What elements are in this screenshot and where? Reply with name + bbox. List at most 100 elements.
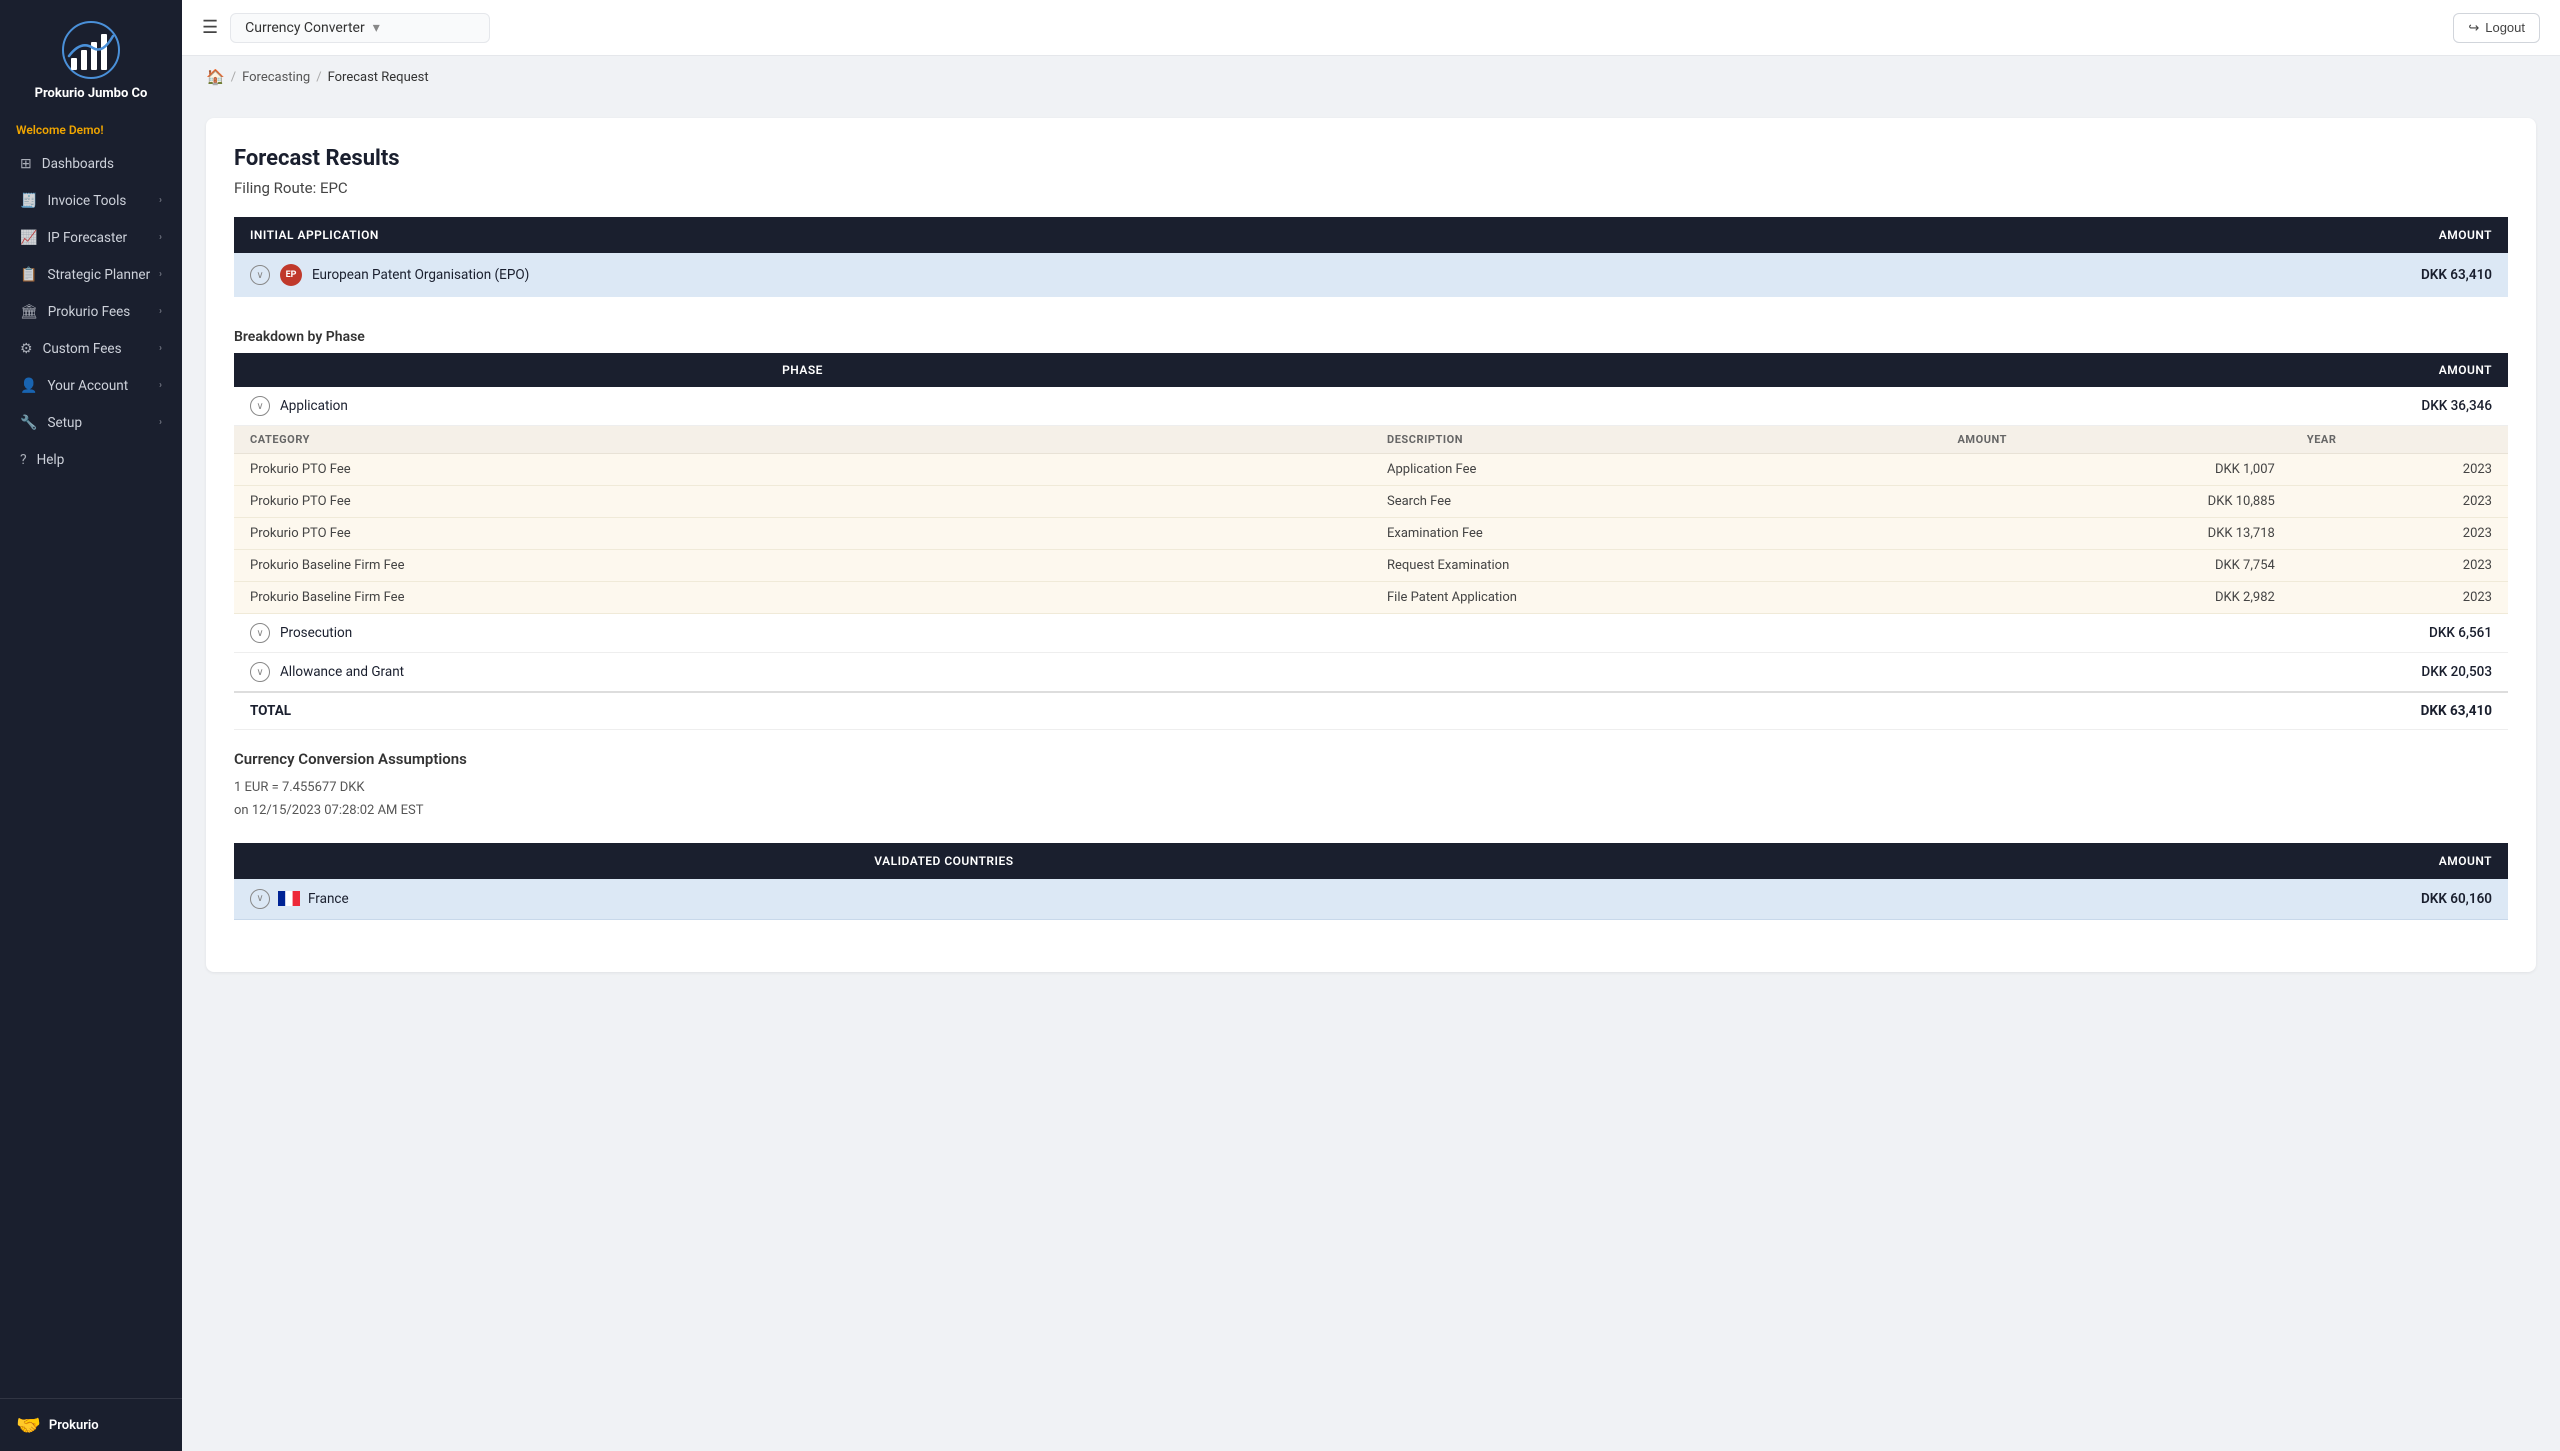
hamburger-icon[interactable]: ☰: [202, 17, 218, 38]
initial-application-table: INITIAL APPLICATION AMOUNT ∨ EP European…: [234, 217, 2508, 297]
phase-table: PHASE AMOUNT ∨ Application DKK 36,346: [234, 353, 2508, 730]
dashboards-icon: ⊞: [20, 156, 32, 172]
topbar-left: ☰ Currency Converter ▾: [202, 13, 490, 43]
category-col-header: CATEGORY: [234, 426, 1371, 454]
allowance-phase-label: Allowance and Grant: [280, 664, 404, 680]
chevron-right-icon: ›: [159, 195, 162, 206]
fee-description: File Patent Application: [1371, 582, 1941, 614]
custom-fees-icon: ⚙: [20, 341, 33, 357]
sidebar-item-strategic-planner[interactable]: 📋 Strategic Planner ›: [4, 257, 178, 293]
sidebar-item-label: Setup: [47, 415, 82, 431]
amount-header: AMOUNT: [1943, 217, 2508, 253]
total-label: TOTAL: [234, 692, 1371, 730]
total-amount: DKK 63,410: [1371, 692, 2508, 730]
year-col-header: YEAR: [2291, 426, 2508, 454]
total-row: TOTAL DKK 63,410: [234, 692, 2508, 730]
logout-button[interactable]: ↪ Logout: [2453, 13, 2540, 43]
currency-title: Currency Conversion Assumptions: [234, 750, 2508, 768]
validated-countries-header: VALIDATED COUNTRIES: [234, 843, 1654, 879]
application-toggle-button[interactable]: ∨: [250, 396, 270, 416]
breakdown-title: Breakdown by Phase: [234, 317, 2508, 353]
topbar-title: Currency Converter: [245, 20, 365, 36]
france-label: France: [308, 891, 349, 907]
prosecution-toggle-button[interactable]: ∨: [250, 623, 270, 643]
table-row: Prokurio Baseline Firm Fee File Patent A…: [234, 582, 2508, 614]
epo-amount: DKK 63,410: [1943, 253, 2508, 297]
validated-amount-header: AMOUNT: [1654, 843, 2508, 879]
sidebar: Prokurio Jumbo Co Welcome Demo! ⊞ Dashbo…: [0, 0, 182, 1451]
sub-header-row: CATEGORY DESCRIPTION AMOUNT YEAR: [234, 426, 2508, 454]
home-breadcrumb[interactable]: 🏠: [206, 68, 225, 86]
epo-flag-icon: EP: [280, 264, 302, 286]
invoice-tools-icon: 🧾: [20, 193, 37, 209]
epo-label: European Patent Organisation (EPO): [312, 267, 529, 283]
fee-category: Prokurio Baseline Firm Fee: [234, 582, 1371, 614]
phase-row-allowance: ∨ Allowance and Grant DKK 20,503: [234, 653, 2508, 693]
sidebar-item-invoice-tools[interactable]: 🧾 Invoice Tools ›: [4, 183, 178, 219]
prokurio-bottom-label: Prokurio: [49, 1418, 99, 1433]
topbar-dropdown-icon: ▾: [373, 20, 380, 36]
sidebar-item-label: Your Account: [47, 378, 128, 394]
fee-amount: DKK 13,718: [1941, 518, 2290, 550]
breadcrumb-forecasting[interactable]: Forecasting: [242, 70, 310, 85]
fee-category: Prokurio PTO Fee: [234, 454, 1371, 486]
content-card: Forecast Results Filing Route: EPC INITI…: [206, 118, 2536, 972]
sidebar-item-dashboards[interactable]: ⊞ Dashboards: [4, 146, 178, 182]
sidebar-item-label: IP Forecaster: [47, 230, 127, 246]
prokurio-bottom-logo: 🤝: [16, 1413, 41, 1437]
topbar: ☰ Currency Converter ▾ ↪ Logout: [182, 0, 2560, 56]
fee-amount: DKK 10,885: [1941, 486, 2290, 518]
phase-amount-col-header: AMOUNT: [1371, 353, 2508, 387]
table-row: Prokurio PTO Fee Search Fee DKK 10,885 2…: [234, 486, 2508, 518]
sidebar-item-prokurio-fees[interactable]: 🏛 Prokurio Fees ›: [4, 294, 178, 330]
fee-year: 2023: [2291, 454, 2508, 486]
phase-row-prosecution: ∨ Prosecution DKK 6,561: [234, 614, 2508, 653]
your-account-icon: 👤: [20, 378, 37, 394]
description-col-header: DESCRIPTION: [1371, 426, 1941, 454]
sidebar-item-label: Help: [37, 452, 65, 468]
sidebar-company-name: Prokurio Jumbo Co: [35, 86, 148, 103]
initial-app-header: INITIAL APPLICATION: [234, 217, 1943, 253]
sidebar-item-label: Custom Fees: [43, 341, 122, 357]
ip-forecaster-icon: 📈: [20, 230, 37, 246]
chevron-right-icon: ›: [159, 417, 162, 428]
sidebar-item-label: Invoice Tools: [47, 193, 126, 209]
currency-section: Currency Conversion Assumptions 1 EUR = …: [234, 750, 2508, 823]
sidebar-logo: Prokurio Jumbo Co: [0, 0, 182, 115]
logout-icon: ↪: [2468, 20, 2479, 36]
main-area: ☰ Currency Converter ▾ ↪ Logout 🏠 / Fore…: [182, 0, 2560, 1451]
fee-year: 2023: [2291, 582, 2508, 614]
fee-year: 2023: [2291, 486, 2508, 518]
breadcrumb: 🏠 / Forecasting / Forecast Request: [182, 56, 2560, 98]
page-title: Forecast Results: [234, 146, 2508, 171]
fee-amount: DKK 7,754: [1941, 550, 2290, 582]
topbar-title-box[interactable]: Currency Converter ▾: [230, 13, 490, 43]
chevron-right-icon: ›: [159, 343, 162, 354]
phase-row-application: ∨ Application DKK 36,346: [234, 387, 2508, 426]
chevron-right-icon: ›: [159, 269, 162, 280]
fee-amount: DKK 2,982: [1941, 582, 2290, 614]
sidebar-item-ip-forecaster[interactable]: 📈 IP Forecaster ›: [4, 220, 178, 256]
sidebar-item-custom-fees[interactable]: ⚙ Custom Fees ›: [4, 331, 178, 367]
currency-date: on 12/15/2023 07:28:02 AM EST: [234, 799, 2508, 822]
application-phase-label: Application: [280, 398, 348, 414]
country-row-france: ∨ France DKK 60,160: [234, 879, 2508, 920]
allowance-toggle-button[interactable]: ∨: [250, 662, 270, 682]
sidebar-item-your-account[interactable]: 👤 Your Account ›: [4, 368, 178, 404]
france-amount: DKK 60,160: [1654, 879, 2508, 920]
sidebar-welcome: Welcome Demo!: [0, 115, 182, 141]
sidebar-item-help[interactable]: ? Help: [4, 442, 178, 478]
epo-toggle-button[interactable]: ∨: [250, 265, 270, 285]
fee-category: Prokurio Baseline Firm Fee: [234, 550, 1371, 582]
logout-label: Logout: [2485, 20, 2525, 35]
france-toggle-button[interactable]: ∨: [250, 889, 270, 909]
breadcrumb-sep-2: /: [316, 70, 321, 85]
breadcrumb-sep-1: /: [231, 70, 236, 85]
content-area: Forecast Results Filing Route: EPC INITI…: [182, 98, 2560, 1451]
amount-col-header: AMOUNT: [1941, 426, 2290, 454]
france-flag-icon: [278, 891, 300, 906]
fee-description: Examination Fee: [1371, 518, 1941, 550]
sidebar-item-setup[interactable]: 🔧 Setup ›: [4, 405, 178, 441]
filing-route: Filing Route: EPC: [234, 179, 2508, 197]
fee-amount: DKK 1,007: [1941, 454, 2290, 486]
